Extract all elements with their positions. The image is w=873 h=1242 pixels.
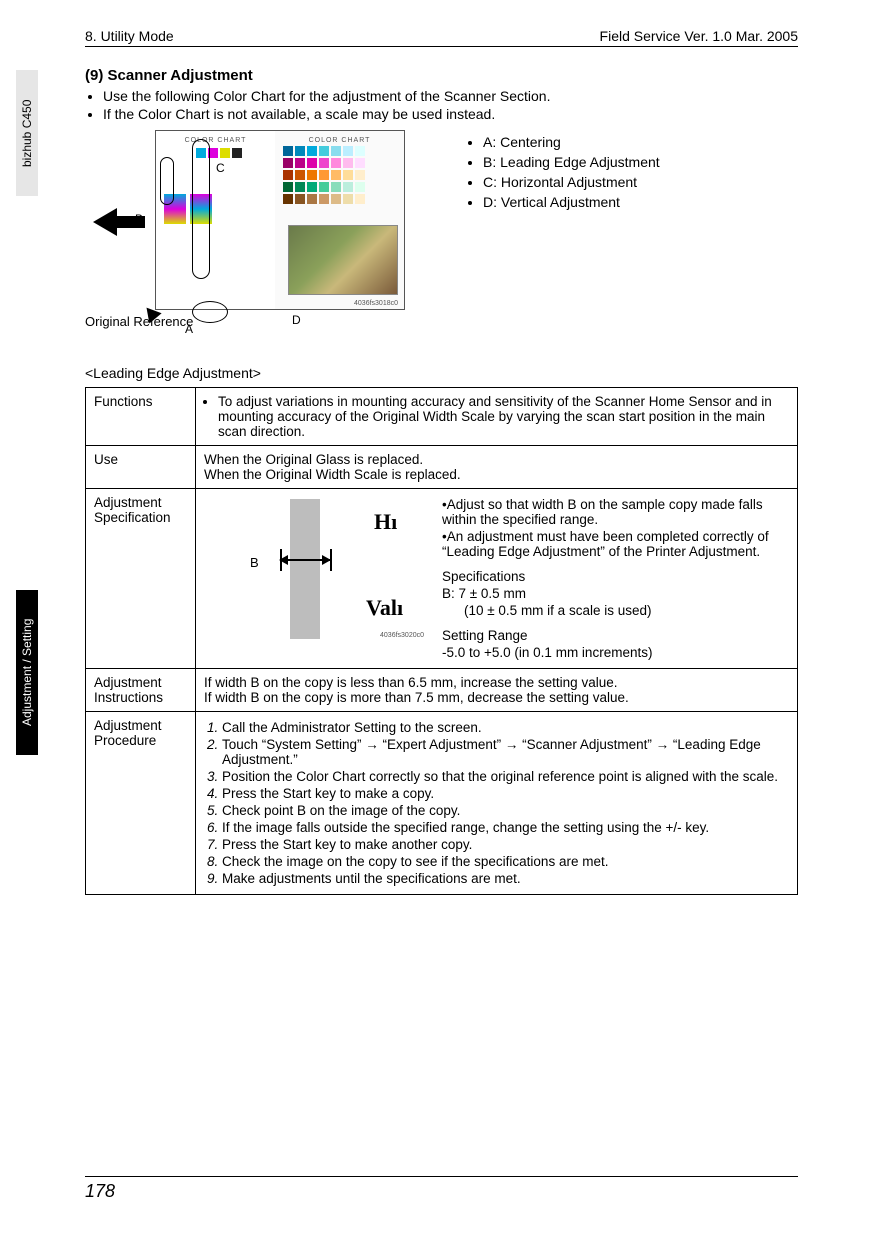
row-value-spec: B Hı Valı 4036fs3020c0 •Adjust so that w… <box>196 489 798 669</box>
proc-step: If the image falls outside the specified… <box>222 820 789 835</box>
row-value-proc: Call the Administrator Setting to the sc… <box>196 712 798 895</box>
callout-b <box>160 157 174 205</box>
row-label-proc: Adjustment Procedure <box>86 712 196 895</box>
spec-text-h: Hı <box>374 509 397 535</box>
color-chart-figure: B COLOR CHART COLOR CHART <box>85 130 425 329</box>
spec-alt: (10 ± 0.5 mm if a scale is used) <box>442 603 789 618</box>
spec-fig-num: 4036fs3020c0 <box>380 632 424 639</box>
side-tab-section: Adjustment / Setting <box>16 590 38 755</box>
row-value-instr: If width B on the copy is less than 6.5 … <box>196 669 798 712</box>
spec-text-block: •Adjust so that width B on the sample co… <box>442 495 789 662</box>
intro-list: Use the following Color Chart for the ad… <box>85 88 798 122</box>
chart-title: COLOR CHART <box>275 137 404 144</box>
proc-step: Call the Administrator Setting to the sc… <box>222 720 789 735</box>
section-title: (9) Scanner Adjustment <box>85 67 798 84</box>
arrow-left-icon <box>93 208 117 236</box>
legend-b: B: Leading Edge Adjustment <box>483 154 660 170</box>
proc-step: Check point B on the image of the copy. <box>222 803 789 818</box>
spec-text-val: Valı <box>366 595 403 621</box>
figure-legend: A: Centering B: Leading Edge Adjustment … <box>465 130 660 214</box>
proc-step: Press the Start key to make a copy. <box>222 786 789 801</box>
functions-text: To adjust variations in mounting accurac… <box>218 394 789 439</box>
proc-step: Press the Start key to make another copy… <box>222 837 789 852</box>
proc-step: Check the image on the copy to see if th… <box>222 854 789 869</box>
spec-figure: B Hı Valı 4036fs3020c0 <box>224 499 424 639</box>
spec-header: Specifications <box>442 569 789 584</box>
instr-line: If width B on the copy is less than 6.5 … <box>204 675 789 690</box>
original-reference-label: Original Reference <box>85 314 425 329</box>
row-label-functions: Functions <box>86 388 196 446</box>
row-label-spec: Adjustment Specification <box>86 489 196 669</box>
intro-item: If the Color Chart is not available, a s… <box>103 106 798 122</box>
callout-a <box>192 301 228 323</box>
callout-c <box>192 139 210 279</box>
proc-step: Touch “System Setting” → “Expert Adjustm… <box>222 737 789 767</box>
spec-bullet: Adjust so that width B on the sample cop… <box>442 497 763 527</box>
page-footer: 178 <box>85 1176 798 1202</box>
proc-step: Position the Color Chart correctly so th… <box>222 769 789 784</box>
proc-step: Make adjustments until the specification… <box>222 871 789 886</box>
row-label-use: Use <box>86 446 196 489</box>
page-body: 8. Utility Mode Field Service Ver. 1.0 M… <box>0 0 873 935</box>
marker-d: D <box>292 313 301 327</box>
instr-line: If width B on the copy is more than 7.5 … <box>204 690 789 705</box>
marker-b: B <box>135 212 143 226</box>
spec-value: B: 7 ± 0.5 mm <box>442 586 789 601</box>
use-line: When the Original Width Scale is replace… <box>204 467 789 482</box>
spec-bullet: An adjustment must have been completed c… <box>442 529 769 559</box>
row-value-functions: To adjust variations in mounting accurac… <box>196 388 798 446</box>
legend-d: D: Vertical Adjustment <box>483 194 660 210</box>
legend-c: C: Horizontal Adjustment <box>483 174 660 190</box>
sample-photo <box>288 225 398 295</box>
row-label-instr: Adjustment Instructions <box>86 669 196 712</box>
figure-ref-num: 4036fs3018c0 <box>354 300 398 307</box>
header-right: Field Service Ver. 1.0 Mar. 2005 <box>600 28 798 44</box>
range-value: -5.0 to +5.0 (in 0.1 mm increments) <box>442 645 789 660</box>
intro-item: Use the following Color Chart for the ad… <box>103 88 798 104</box>
page-number: 178 <box>85 1181 115 1201</box>
marker-a: A <box>185 322 193 336</box>
page-header: 8. Utility Mode Field Service Ver. 1.0 M… <box>85 28 798 47</box>
range-header: Setting Range <box>442 628 789 643</box>
subheading: <Leading Edge Adjustment> <box>85 365 798 381</box>
row-value-use: When the Original Glass is replaced. Whe… <box>196 446 798 489</box>
use-line: When the Original Glass is replaced. <box>204 452 789 467</box>
spec-marker-b: B <box>250 555 259 570</box>
side-tab-model: bizhub C450 <box>16 70 38 196</box>
spec-table: Functions To adjust variations in mounti… <box>85 387 798 895</box>
header-left: 8. Utility Mode <box>85 28 174 44</box>
legend-a: A: Centering <box>483 134 660 150</box>
marker-c: C <box>216 161 225 175</box>
chart-title: COLOR CHART <box>156 137 275 144</box>
